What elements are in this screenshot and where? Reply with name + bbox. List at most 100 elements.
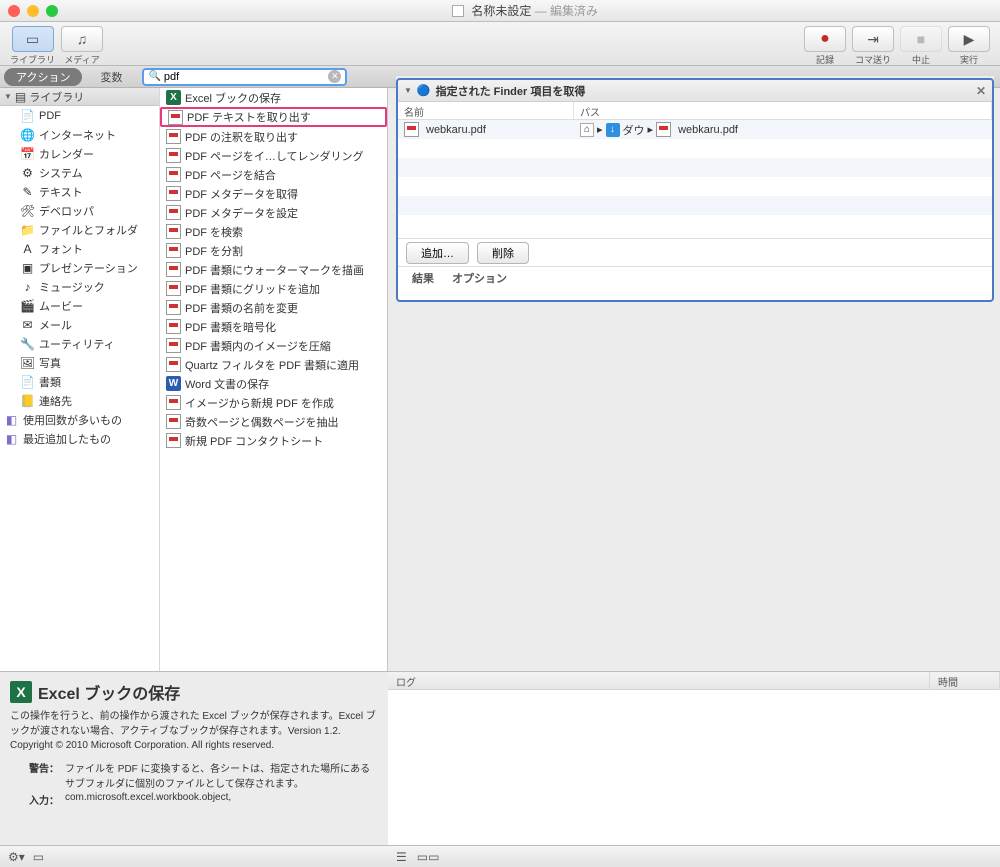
library-item[interactable]: 📄PDF xyxy=(0,106,159,125)
library-item[interactable]: 🎬ムービー xyxy=(0,296,159,315)
downloads-icon: ↓ xyxy=(606,123,620,137)
category-icon: 📄 xyxy=(20,374,35,389)
library-item[interactable]: ✉︎メール xyxy=(0,315,159,334)
disclosure-icon: ▼ xyxy=(404,86,412,95)
action-item[interactable]: PDF テキストを取り出す xyxy=(160,107,387,127)
file-name: webkaru.pdf xyxy=(426,124,486,136)
record-btn[interactable]: ● xyxy=(804,26,846,52)
workflow-header[interactable]: ▼ 🔵 指定された Finder 項目を取得 ✕ xyxy=(398,80,992,102)
tab-options[interactable]: オプション xyxy=(452,270,507,286)
action-item[interactable]: PDF ページをイ…してレンダリング xyxy=(160,146,387,165)
step-btn-label: コマ送り xyxy=(855,53,891,66)
tab-results[interactable]: 結果 xyxy=(412,270,434,286)
action-item[interactable]: Quartz フィルタを PDF 書類に適用 xyxy=(160,355,387,374)
category-icon: 📁 xyxy=(20,222,35,237)
action-item[interactable]: PDF メタデータを取得 xyxy=(160,184,387,203)
tab-variables[interactable]: 変数 xyxy=(88,68,134,86)
action-item[interactable]: 新規 PDF コンタクトシート xyxy=(160,431,387,450)
media-btn-label: メディア xyxy=(64,53,99,66)
search-field[interactable]: 🔍 ✕ xyxy=(142,68,347,86)
action-item[interactable]: PDF を分割 xyxy=(160,241,387,260)
library-item[interactable]: Aフォント xyxy=(0,239,159,258)
library-item[interactable]: ▣プレゼンテーション xyxy=(0,258,159,277)
action-label: 奇数ページと偶数ページを抽出 xyxy=(185,414,339,430)
document-name: 名称未設定 xyxy=(471,4,531,18)
gear-icon[interactable]: ⚙︎▾ xyxy=(8,850,25,864)
step-btn[interactable]: ⇥ xyxy=(852,26,894,52)
action-label: PDF 書類を暗号化 xyxy=(185,319,276,335)
category-icon: 📅 xyxy=(20,146,35,161)
pdf-icon xyxy=(168,110,183,125)
library-item[interactable]: 📒連絡先 xyxy=(0,391,159,410)
library-header[interactable]: ▼ ▤ ライブラリ xyxy=(0,88,159,106)
library-item[interactable]: 📅カレンダー xyxy=(0,144,159,163)
delete-button[interactable]: 削除 xyxy=(477,242,529,264)
action-label: PDF を分割 xyxy=(185,243,243,259)
action-item[interactable]: イメージから新規 PDF を作成 xyxy=(160,393,387,412)
stop-btn[interactable]: ■ xyxy=(900,26,942,52)
pdf-icon xyxy=(166,243,181,258)
workflow-canvas[interactable]: ▼ 🔵 指定された Finder 項目を取得 ✕ 名前 パス webkaru.p… xyxy=(396,76,994,671)
library-item[interactable]: 🌐インターネット xyxy=(0,125,159,144)
add-button[interactable]: 追加… xyxy=(406,242,469,264)
action-item[interactable]: PDF 書類の名前を変更 xyxy=(160,298,387,317)
library-item[interactable]: 🛠デベロッパ xyxy=(0,201,159,220)
view-list-icon[interactable]: ☰ xyxy=(396,850,407,864)
library-item[interactable]: ✎テキスト xyxy=(0,182,159,201)
library-item[interactable]: 📄書類 xyxy=(0,372,159,391)
library-item[interactable]: 🔧ユーティリティ xyxy=(0,334,159,353)
action-item[interactable]: PDF 書類にウォーターマークを描画 xyxy=(160,260,387,279)
pdf-icon xyxy=(166,357,181,372)
run-btn[interactable]: ▶ xyxy=(948,26,990,52)
panel-toggle-icon[interactable]: ▭ xyxy=(33,850,44,864)
info-description: この操作を行うと、前の操作から渡された Excel ブックが保存されます。Exc… xyxy=(10,710,378,754)
document-icon xyxy=(452,5,464,17)
action-item[interactable]: 奇数ページと偶数ページを抽出 xyxy=(160,412,387,431)
library-smart-item[interactable]: ◧使用回数が多いもの xyxy=(0,410,159,429)
pdf-icon xyxy=(656,122,671,137)
finder-icon: 🔵 xyxy=(417,84,431,97)
action-item[interactable]: XExcel ブックの保存 xyxy=(160,88,387,107)
action-item[interactable]: PDF を検索 xyxy=(160,222,387,241)
action-label: PDF テキストを取り出す xyxy=(187,109,311,125)
pdf-icon xyxy=(166,281,181,296)
close-icon[interactable] xyxy=(8,5,20,17)
col-name[interactable]: 名前 xyxy=(398,102,574,119)
library-item[interactable]: ⚙︎システム xyxy=(0,163,159,182)
library-item[interactable]: 📁ファイルとフォルダ xyxy=(0,220,159,239)
category-icon: 🖼 xyxy=(20,355,35,370)
info-pane: XExcel ブックの保存 この操作を行うと、前の操作から渡された Excel … xyxy=(0,671,388,845)
excel-icon: X xyxy=(166,90,181,105)
workflow-title: 指定された Finder 項目を取得 xyxy=(436,83,586,99)
action-label: PDF を検索 xyxy=(185,224,243,240)
library-btn[interactable]: ▭ xyxy=(12,26,54,52)
clear-search-icon[interactable]: ✕ xyxy=(328,70,341,83)
library-smart-item[interactable]: ◧最近追加したもの xyxy=(0,429,159,448)
workflow-action[interactable]: ▼ 🔵 指定された Finder 項目を取得 ✕ 名前 パス webkaru.p… xyxy=(396,78,994,302)
view-flow-icon[interactable]: ▭▭ xyxy=(417,850,440,864)
col-time[interactable]: 時間 xyxy=(930,672,1000,689)
category-icon: ♪ xyxy=(20,279,35,294)
action-item[interactable]: PDF 書類にグリッドを追加 xyxy=(160,279,387,298)
search-input[interactable] xyxy=(164,71,326,83)
action-item[interactable]: WWord 文書の保存 xyxy=(160,374,387,393)
action-label: PDF 書類にウォーターマークを描画 xyxy=(185,262,364,278)
path-file: webkaru.pdf xyxy=(678,124,738,136)
col-path[interactable]: パス xyxy=(574,102,992,119)
action-item[interactable]: PDF の注釈を取り出す xyxy=(160,127,387,146)
tab-actions[interactable]: アクション xyxy=(4,68,82,86)
minimize-icon[interactable] xyxy=(27,5,39,17)
col-log[interactable]: ログ xyxy=(388,672,930,689)
table-row[interactable]: webkaru.pdf ⌂▸ ↓ダウ▸ webkaru.pdf xyxy=(398,120,992,139)
action-item[interactable]: PDF 書類を暗号化 xyxy=(160,317,387,336)
action-item[interactable]: PDF 書類内のイメージを圧縮 xyxy=(160,336,387,355)
action-item[interactable]: PDF ページを結合 xyxy=(160,165,387,184)
zoom-icon[interactable] xyxy=(46,5,58,17)
media-btn[interactable]: ♫ xyxy=(61,26,103,52)
pdf-icon xyxy=(166,414,181,429)
close-icon[interactable]: ✕ xyxy=(976,84,986,98)
library-item[interactable]: ♪ミュージック xyxy=(0,277,159,296)
library-item[interactable]: 🖼写真 xyxy=(0,353,159,372)
action-label: PDF の注釈を取り出す xyxy=(185,129,298,145)
action-item[interactable]: PDF メタデータを設定 xyxy=(160,203,387,222)
